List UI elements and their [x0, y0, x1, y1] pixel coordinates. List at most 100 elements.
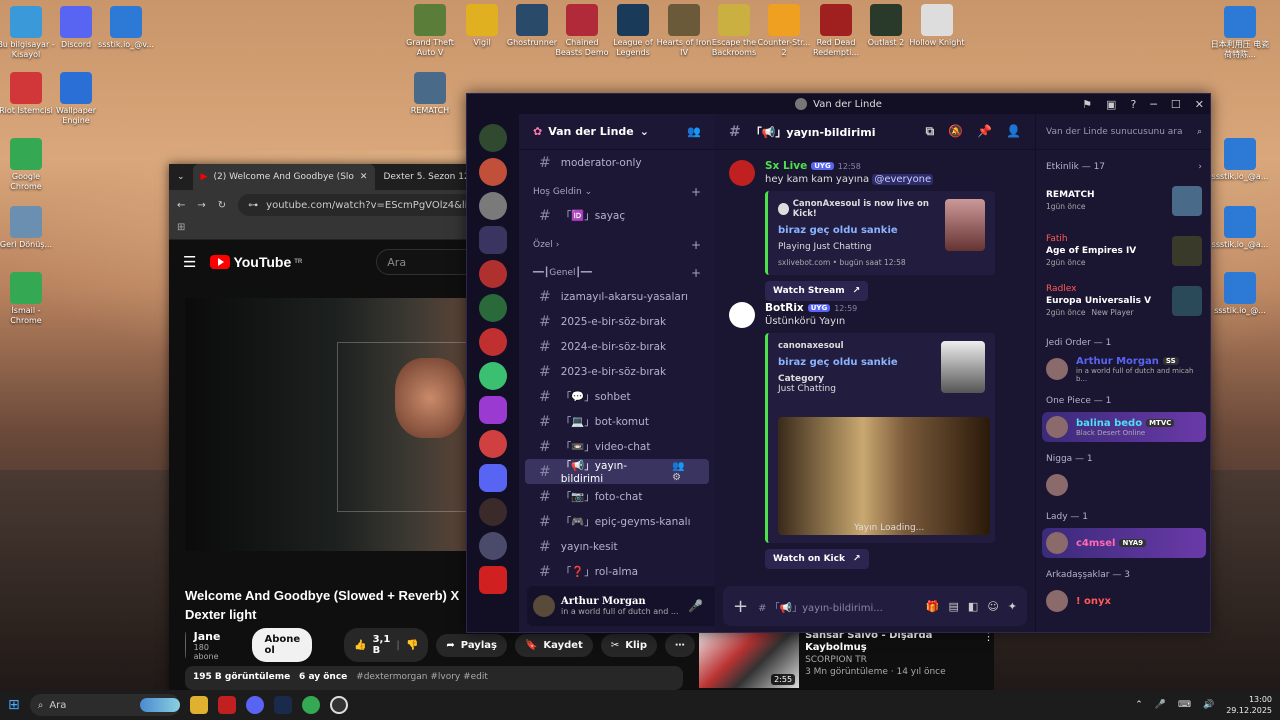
- channel-item[interactable]: # 「🆔」sayaç: [525, 203, 709, 228]
- server-icon[interactable]: [479, 328, 507, 356]
- member-item[interactable]: balina bedo MTVC Black Desert Online: [1042, 412, 1206, 442]
- desktop-icon[interactable]: Wallpaper Engine: [46, 72, 106, 126]
- desktop-icon[interactable]: ssstik.io_@a...: [1210, 206, 1270, 250]
- help-icon[interactable]: ?: [1130, 98, 1136, 111]
- gift-icon[interactable]: 🎁: [926, 600, 940, 613]
- video-description[interactable]: 195 B görüntüleme 6 ay önce #dextermorga…: [185, 666, 683, 690]
- server-header[interactable]: ✿ Van der Linde ⌄ 👥: [519, 114, 715, 150]
- desktop-icon[interactable]: 日本利用压 电瓷荷特陈...: [1210, 6, 1270, 60]
- like-button[interactable]: 👍 3,1 B | 👎: [344, 628, 429, 662]
- desktop-icon[interactable]: ssstik.io_@a...: [1210, 138, 1270, 182]
- back-icon[interactable]: ←: [177, 200, 185, 211]
- recommended-video[interactable]: 2:55 Sansar Salvo - Dışarda Kaybolmuş SC…: [699, 628, 994, 690]
- message-author[interactable]: BotRix: [765, 302, 804, 314]
- category-private[interactable]: Özel › +: [519, 234, 715, 256]
- channel-item[interactable]: # 「📷」foto-chat: [525, 484, 709, 509]
- more-vert-icon[interactable]: ⋮: [983, 628, 994, 690]
- desktop-icon[interactable]: İsmail - Chrome: [0, 272, 56, 326]
- desktop-icon[interactable]: Hollow Knight: [907, 4, 967, 48]
- maximize-icon[interactable]: ☐: [1171, 98, 1181, 111]
- folder-icon[interactable]: [479, 464, 507, 492]
- activity-item[interactable]: Radlex Europa Universalis V 2gün önce New P…: [1036, 276, 1210, 326]
- share-button[interactable]: ➦ Paylaş: [436, 633, 507, 657]
- username[interactable]: Arthur Morgan: [561, 596, 679, 607]
- youtube-logo[interactable]: YouTube TR: [210, 254, 302, 270]
- channel-item[interactable]: #2025-e-bir-söz-bırak: [525, 309, 709, 334]
- desktop-icon[interactable]: REMATCH: [400, 72, 460, 116]
- server-icon[interactable]: [479, 294, 507, 322]
- close-icon[interactable]: ✕: [1195, 98, 1204, 111]
- subscribe-button[interactable]: Abone ol: [252, 628, 313, 662]
- channel-item[interactable]: # 「💻」bot-komut: [525, 409, 709, 434]
- minimize-icon[interactable]: ─: [1150, 98, 1157, 111]
- channel-item[interactable]: # moderator-only: [525, 150, 709, 175]
- clock[interactable]: 13:00 29.12.2025: [1226, 694, 1272, 716]
- channel-name[interactable]: Jane: [194, 630, 221, 643]
- avatar[interactable]: [729, 160, 755, 186]
- message-author[interactable]: Sx Live: [765, 160, 807, 172]
- channel-item[interactable]: #2023-e-bir-söz-bırak: [525, 359, 709, 384]
- chevron-up-icon[interactable]: ⌃: [1135, 700, 1143, 710]
- server-icon[interactable]: [479, 396, 507, 424]
- obs-icon[interactable]: [329, 696, 348, 714]
- microphone-icon[interactable]: 🎤: [688, 599, 703, 613]
- taskbar-search[interactable]: ⌕ Ara: [29, 694, 180, 716]
- app-icon[interactable]: [217, 696, 236, 714]
- save-button[interactable]: 🔖 Kaydet: [514, 633, 593, 657]
- thumbs-down-icon[interactable]: 👎: [406, 640, 418, 651]
- embed-image[interactable]: Yayın Loading...: [778, 417, 990, 535]
- add-channel-icon[interactable]: +: [691, 238, 701, 252]
- server-icon[interactable]: [479, 192, 507, 220]
- server-icon[interactable]: [479, 226, 507, 254]
- channel-avatar[interactable]: [185, 632, 186, 658]
- site-info-icon[interactable]: ⊶: [248, 200, 258, 211]
- server-icon[interactable]: [479, 566, 507, 594]
- channel-item[interactable]: # 「📼」video-chat: [525, 434, 709, 459]
- add-member-icon[interactable]: 👥: [687, 125, 701, 138]
- member-item[interactable]: ! onyx: [1036, 586, 1210, 616]
- close-tab-icon[interactable]: ✕: [360, 172, 368, 182]
- windows-start-icon[interactable]: ⊞: [8, 697, 20, 713]
- inbox-flag-icon[interactable]: ⚑: [1082, 98, 1092, 111]
- add-channel-icon[interactable]: +: [691, 266, 701, 280]
- message-input[interactable]: + # 「📢」yayın-bildirimi... 🎁 ▤ ◧ ☺ ✦: [723, 586, 1027, 626]
- channel-item[interactable]: # 「❓」rol-alma: [525, 559, 709, 584]
- tab-list-icon[interactable]: ⌄: [169, 172, 193, 182]
- watch-on-kick-button[interactable]: Watch on Kick ↗: [765, 549, 869, 569]
- category-general[interactable]: ━━┃Genel┃━━ +: [519, 262, 715, 284]
- channel-item[interactable]: # 「🎮」epiç-geyms-kanalı: [525, 509, 709, 534]
- member-item[interactable]: [1036, 470, 1210, 500]
- emoji-icon[interactable]: ☺: [987, 600, 998, 613]
- channel-item[interactable]: # yayın-kesit: [525, 534, 709, 559]
- chevron-right-icon[interactable]: ›: [1198, 162, 1202, 172]
- member-item[interactable]: c4msel NYA9: [1042, 528, 1206, 558]
- member-item[interactable]: Arthur Morgan SS in a world full of dutch …: [1036, 354, 1210, 384]
- mute-bell-icon[interactable]: 🔕: [948, 124, 963, 139]
- chrome-icon[interactable]: [301, 696, 320, 714]
- add-attachment-icon[interactable]: +: [733, 596, 748, 617]
- channel-item[interactable]: # 「💬」sohbet: [525, 384, 709, 409]
- more-actions-button[interactable]: ⋯: [665, 633, 695, 657]
- watch-stream-button[interactable]: Watch Stream ↗: [765, 281, 869, 301]
- desktop-icon[interactable]: Google Chrome: [0, 138, 56, 192]
- server-icon[interactable]: [479, 260, 507, 288]
- channel-item[interactable]: # 「📢」yayın-bildirimi 👥 ⚙: [525, 459, 709, 485]
- activity-item[interactable]: REMATCH 1gün önce: [1036, 176, 1210, 226]
- browser-tab-active[interactable]: ▶ (2) Welcome And Goodbye (Slo ✕: [192, 164, 376, 190]
- clip-button[interactable]: ✂ Klip: [600, 633, 657, 657]
- reload-icon[interactable]: ↻: [218, 200, 226, 211]
- server-icon[interactable]: [479, 124, 507, 152]
- desktop-icon[interactable]: Grand Theft Auto V: [400, 4, 460, 58]
- sticker-icon[interactable]: ◧: [968, 600, 978, 613]
- add-channel-icon[interactable]: +: [691, 185, 701, 199]
- apps-icon[interactable]: ✦: [1008, 600, 1017, 613]
- members-icon[interactable]: 👤: [1006, 124, 1021, 139]
- pin-icon[interactable]: 📌: [977, 124, 992, 139]
- forward-icon[interactable]: →: [197, 200, 205, 211]
- desktop-icon[interactable]: Counter-Str... 2: [754, 4, 814, 58]
- recommended-thumbnail[interactable]: 2:55: [699, 628, 800, 688]
- avatar[interactable]: [729, 302, 755, 328]
- channel-settings-icon[interactable]: 👥 ⚙: [672, 461, 695, 483]
- desktop-icon[interactable]: ssstik.io_@v...: [96, 6, 156, 50]
- hashtags[interactable]: #dextermorgan #lvory #edit: [356, 672, 488, 682]
